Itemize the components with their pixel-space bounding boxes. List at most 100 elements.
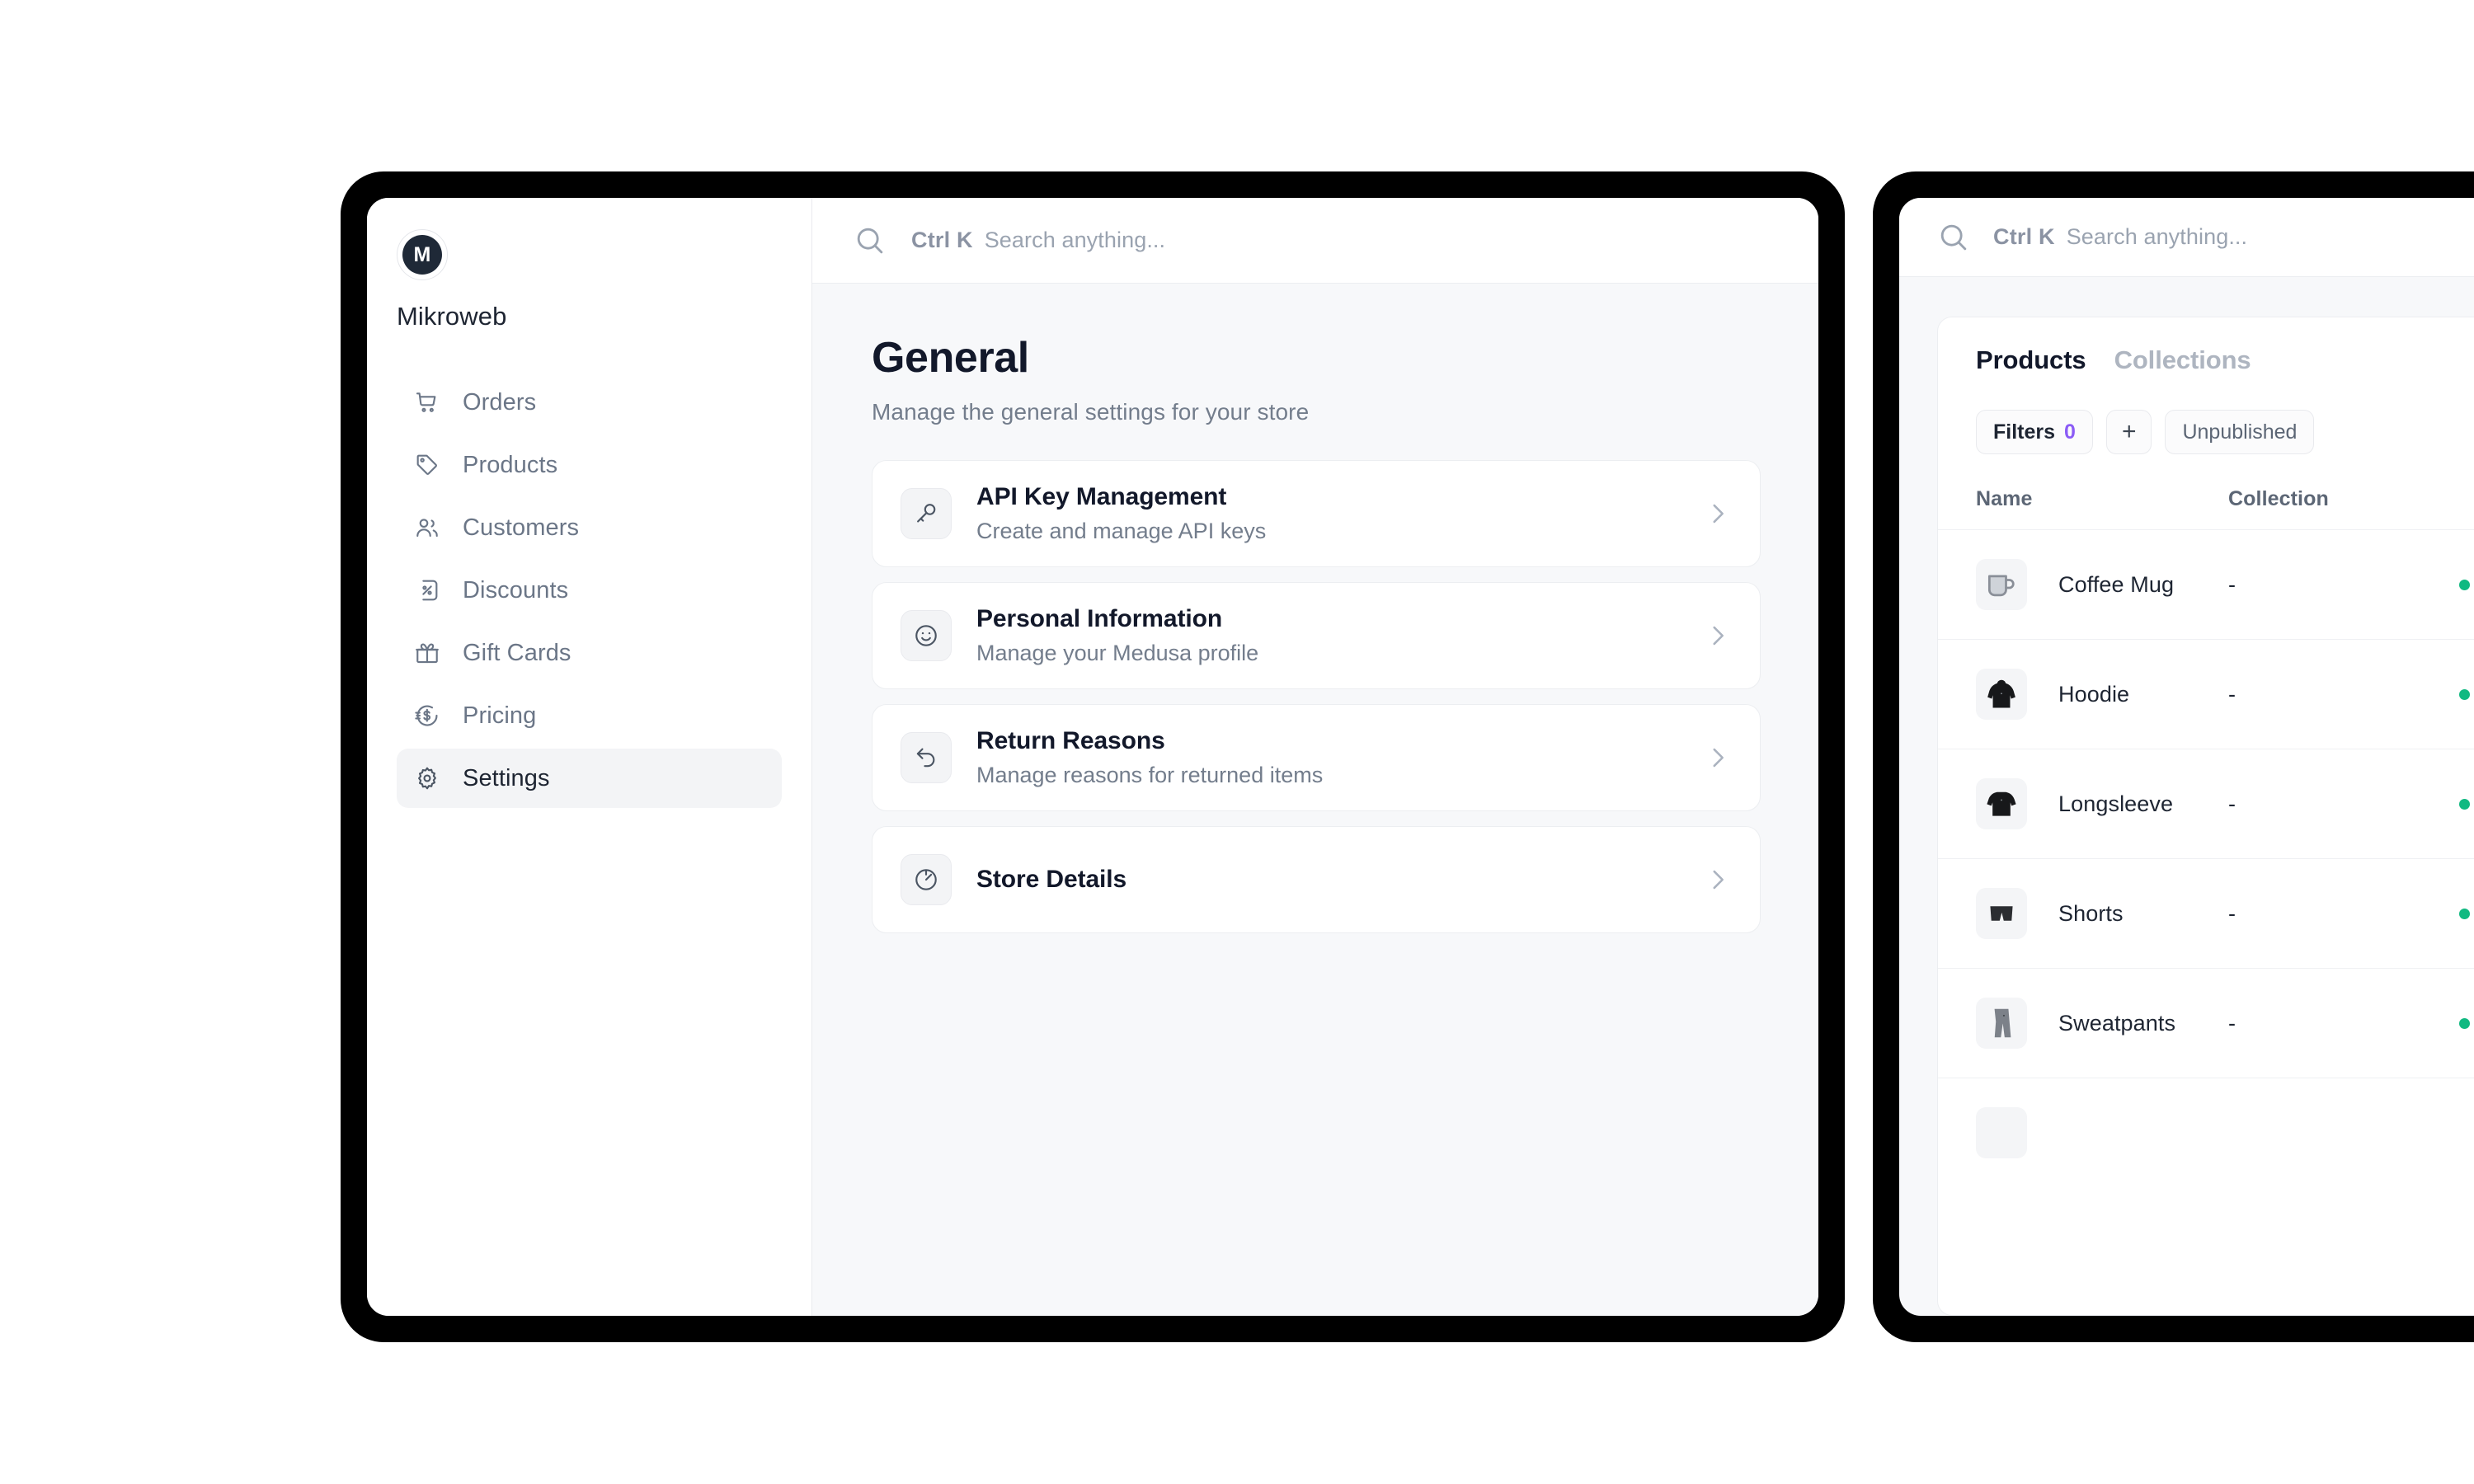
unpublished-chip[interactable]: Unpublished <box>2165 410 2315 454</box>
brand-name: Mikroweb <box>397 302 507 331</box>
device-frame-right: Ctrl K Search anything... Products Colle… <box>1873 171 2474 1342</box>
chevron-right-icon[interactable] <box>1704 500 1732 528</box>
filters-label: Filters <box>1993 420 2056 444</box>
products-panel: Products Collections Filters 0 + Unpubli… <box>1937 317 2474 1316</box>
tab-products[interactable]: Products <box>1976 345 2086 375</box>
chevron-right-icon[interactable] <box>1704 744 1732 772</box>
search-input[interactable]: Search anything... <box>2067 224 2247 250</box>
settings-card-api-key-management[interactable]: API Key Management Create and manage API… <box>872 460 1761 567</box>
product-name-cell: Shorts <box>1976 888 2228 939</box>
sidebar-item-label: Settings <box>463 764 550 791</box>
product-collection: - <box>2228 791 2236 816</box>
product-collection: - <box>2228 681 2236 707</box>
top-search-bar-right[interactable]: Ctrl K Search anything... <box>1899 198 2474 277</box>
product-name-cell: Sweatpants <box>1976 998 2228 1049</box>
compass-icon <box>901 854 952 905</box>
product-name: Hoodie <box>2058 681 2130 707</box>
products-app-right: Ctrl K Search anything... Products Colle… <box>1899 198 2474 1316</box>
avatar-ring: M <box>397 229 448 280</box>
undo-icon <box>901 732 952 783</box>
settings-card-text: API Key Management Create and manage API… <box>976 483 1679 544</box>
add-filter-button[interactable]: + <box>2105 410 2152 454</box>
top-search-bar[interactable]: Ctrl K Search anything... <box>812 198 1818 284</box>
filters-count-badge: 0 <box>2064 420 2076 444</box>
chevron-right-icon[interactable] <box>1704 866 1732 894</box>
settings-card-desc: Create and manage API keys <box>976 519 1267 543</box>
chevron-right-icon[interactable] <box>1704 622 1732 650</box>
page-title: General <box>872 334 1029 382</box>
device-frame-left: M Mikroweb Orders Products Customers Dis… <box>341 171 1845 1342</box>
hoodie-icon <box>1976 669 2027 720</box>
settings-card-store-details[interactable]: Store Details <box>872 826 1761 933</box>
sidebar-item-label: Discounts <box>463 576 569 603</box>
search-icon <box>1937 221 1970 254</box>
status-indicator <box>2459 908 2470 919</box>
sidebar-item-orders[interactable]: Orders <box>397 373 782 432</box>
settings-card-text: Personal Information Manage your Medusa … <box>976 605 1679 666</box>
settings-inner: General Manage the general settings for … <box>812 333 1818 933</box>
settings-card-list: API Key Management Create and manage API… <box>872 460 1761 933</box>
product-collection: - <box>2228 900 2236 926</box>
settings-card-desc: Manage reasons for returned items <box>976 763 1324 787</box>
table-row[interactable]: Coffee Mug - <box>1938 529 2474 639</box>
filters-chip[interactable]: Filters 0 <box>1976 410 2093 454</box>
search-input[interactable]: Search anything... <box>985 228 1165 253</box>
sidebar-item-customers[interactable]: Customers <box>397 498 782 557</box>
settings-card-title: API Key Management <box>976 483 1227 510</box>
table-row[interactable]: Longsleeve - <box>1938 749 2474 858</box>
product-name-cell: Coffee Mug <box>1976 559 2228 610</box>
column-header-collection[interactable]: Collection <box>2228 487 2459 511</box>
gift-icon <box>413 639 441 667</box>
sidebar-nav: Orders Products Customers Discounts Gift… <box>397 373 782 808</box>
brand-row: M <box>397 229 782 280</box>
device-screen-right: Ctrl K Search anything... Products Colle… <box>1899 198 2474 1316</box>
status-indicator <box>2459 1017 2470 1029</box>
product-name: Coffee Mug <box>2058 571 2175 597</box>
tag-icon <box>413 451 441 479</box>
gear-icon <box>413 764 441 792</box>
sidebar-item-label: Pricing <box>463 702 537 729</box>
sidebar-item-discounts[interactable]: Discounts <box>397 561 782 620</box>
status-indicator <box>2459 688 2470 700</box>
products-tabs: Products Collections <box>1938 345 2474 375</box>
settings-card-title: Store Details <box>976 866 1127 893</box>
table-row[interactable]: Hoodie - <box>1938 639 2474 749</box>
tab-collections[interactable]: Collections <box>2114 345 2251 375</box>
page-subtitle: Manage the general settings for your sto… <box>872 399 1310 425</box>
table-row[interactable]: Shorts - <box>1938 858 2474 968</box>
shorts-icon <box>1976 888 2027 939</box>
admin-app-left: M Mikroweb Orders Products Customers Dis… <box>367 198 1818 1316</box>
table-header-row: Name Collection <box>1938 487 2474 529</box>
status-indicator <box>2459 798 2470 810</box>
key-icon <box>901 488 952 539</box>
settings-card-text: Store Details <box>976 866 1679 894</box>
products-table: Name Collection Coffee Mug - Hoodie - Lo… <box>1938 487 2474 1187</box>
product-name: Shorts <box>2058 900 2124 926</box>
settings-card-personal-information[interactable]: Personal Information Manage your Medusa … <box>872 582 1761 689</box>
sidebar-item-products[interactable]: Products <box>397 435 782 495</box>
sidebar-item-label: Products <box>463 451 558 478</box>
settings-card-text: Return Reasons Manage reasons for return… <box>976 727 1679 788</box>
settings-card-title: Return Reasons <box>976 727 1165 754</box>
table-row[interactable] <box>1938 1078 2474 1187</box>
sidebar-item-label: Orders <box>463 388 537 416</box>
sidebar-item-label: Customers <box>463 514 580 541</box>
sidebar-item-gift-cards[interactable]: Gift Cards <box>397 623 782 683</box>
table-row[interactable]: Sweatpants - <box>1938 968 2474 1078</box>
sidebar: M Mikroweb Orders Products Customers Dis… <box>367 198 812 1316</box>
avatar[interactable]: M <box>402 235 442 275</box>
longsleeve-icon <box>1976 778 2027 829</box>
sidebar-item-settings[interactable]: Settings <box>397 749 782 808</box>
product-name: Sweatpants <box>2058 1010 2176 1036</box>
search-shortcut: Ctrl K <box>1993 224 2055 249</box>
settings-card-return-reasons[interactable]: Return Reasons Manage reasons for return… <box>872 704 1761 811</box>
sweatpants-icon <box>1976 998 2027 1049</box>
sidebar-item-pricing[interactable]: Pricing <box>397 686 782 745</box>
search-hint: Ctrl K Search anything... <box>911 228 1165 253</box>
smiley-icon <box>901 610 952 661</box>
settings-card-desc: Manage your Medusa profile <box>976 641 1259 665</box>
filter-bar: Filters 0 + Unpublished <box>1938 375 2474 454</box>
product-name-cell: Hoodie <box>1976 669 2228 720</box>
product-name: Longsleeve <box>2058 791 2174 816</box>
column-header-name[interactable]: Name <box>1976 487 2228 511</box>
